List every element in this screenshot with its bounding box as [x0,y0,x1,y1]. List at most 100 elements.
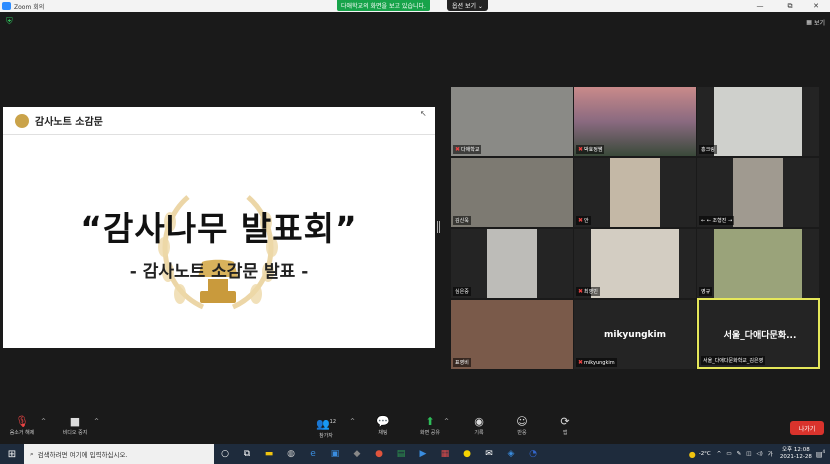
record-label: 기록 [474,430,484,436]
network-icon[interactable]: ▭ [726,451,731,457]
active-speaker-tile[interactable]: 서울_다애다문화... 서울_다애다문화학교_김은영 [697,298,820,369]
restore-button[interactable]: ⧉ [776,0,804,12]
close-button[interactable]: ✕ [802,0,830,12]
participant-tile[interactable]: mikyungkim ✖ mikyungkim [574,300,696,369]
participant-tile[interactable]: 김신욱 [451,158,573,227]
store-icon[interactable]: ▣ [324,444,346,464]
cortana-icon[interactable]: ○ [214,444,236,464]
participant-video [733,158,783,227]
input-language[interactable]: 가 [768,450,773,458]
edge-browser-icon[interactable]: ◔ [522,444,544,464]
slide-title: “감사나무 발표회” [80,209,358,248]
participant-video [714,87,802,156]
participant-name: 다애학교 [461,147,480,153]
reactions-button[interactable]: ☺ 반응 [502,415,542,436]
participant-name-tag: 심은중 [453,287,471,296]
slide-header-title: 감사노트 소감문 [35,117,103,128]
participant-name-tag: ✖ 박효정쌤 [576,145,605,154]
apps-label: 앱 [562,430,568,436]
mic-muted-icon: 🎙 [15,415,29,428]
participant-name-tag: ✖ 최영빈 [576,287,600,296]
edge-icon[interactable]: e [302,444,324,464]
taskbar-search-box[interactable]: ⌕ 검색하려면 여기에 입력하십시오. [24,444,214,464]
excel-icon[interactable]: ▤ [390,444,412,464]
app-icon[interactable]: ◈ [500,444,522,464]
apps-button[interactable]: ⟳ 앱 [545,415,585,436]
volume-icon[interactable]: ◁) [756,451,762,457]
participant-name: 최영빈 [584,289,598,295]
temperature: -2°C [698,451,711,457]
trophy-logo-icon [15,113,29,128]
slide-header: 감사노트 소감문 [3,107,435,135]
chat-button[interactable]: 💬 채팅 [363,415,403,436]
leave-button[interactable]: 나가기 [790,421,824,435]
participant-tile[interactable]: 표영비 [451,300,573,369]
cursor-icon: ↖ [420,109,427,118]
app-icon[interactable]: ◍ [280,444,302,464]
app-icon[interactable]: ▦ [434,444,456,464]
windows-taskbar: ⊞ ⌕ 검색하려면 여기에 입력하십시오. ○ ⧉ ▬ ◍ e ▣ ◆ ● ▤ … [0,444,830,464]
powerpoint-icon[interactable]: ● [368,444,390,464]
share-screen-icon: ⬆ [425,415,435,428]
participant-video [487,229,537,298]
system-tray: ● -2°C ^ ▭ ✎ ◫ ◁) 가 오후 12:08 2021-12-28 … [689,444,830,464]
participant-name-tag: ✖ 다애학교 [453,145,482,154]
participant-name-tag: 표영비 [453,358,471,367]
view-options-button[interactable]: 옵션 보기 ⌄ [447,0,488,11]
participant-tile[interactable]: ✖ 박효정쌤 [574,87,696,156]
slide-subtitle: - 감사노트 소감문 발표 - [129,262,309,282]
participant-tile[interactable]: ✖ 최영빈 [574,229,696,298]
participant-tile[interactable]: 홍크링 [697,87,819,156]
zoom-icon[interactable]: ▶ [412,444,434,464]
stop-video-button[interactable]: ■ 비디오 중지 [55,415,95,436]
taskbar-clock[interactable]: 오후 12:08 2021-12-28 [780,447,812,461]
participant-name: mikyungkim [584,359,615,366]
task-view-icon[interactable]: ⧉ [236,444,258,464]
participant-name: 안 [584,218,589,224]
participant-name-tag: 영규 [699,287,713,296]
meeting-toolbar: 🎙 음소거 해제 ^ ■ 비디오 중지 ^ 👥12 참가자 ^ 💬 채팅 ⬆ 화… [0,412,830,444]
participants-button[interactable]: 👥12 참가자 [306,415,346,439]
weather-icon: ● [688,449,696,459]
network-icon[interactable]: ◫ [746,451,751,457]
participant-name: 김신욱 [455,218,469,224]
participant-name-tag: ✖ mikyungkim [576,358,617,367]
windows-start-icon[interactable]: ⊞ [0,444,24,464]
clock-time: 오후 12:08 [781,447,810,453]
participant-tile[interactable]: 영규 [697,229,819,298]
grid-icon: ▦ [806,18,812,26]
participant-tile[interactable]: ✖ 다애학교 [451,87,573,156]
file-explorer-icon[interactable]: ▬ [258,444,280,464]
clock-date: 2021-12-28 [779,454,812,460]
video-options-caret-icon[interactable]: ^ [94,418,99,425]
kakaotalk-icon[interactable]: ● [456,444,478,464]
participants-icon: 👥12 [315,417,337,431]
participant-name: 박효정쌤 [584,147,603,153]
app-tray-icon[interactable]: ✎ [737,451,742,457]
security-shield-icon[interactable]: ⛨ [6,17,15,27]
split-resize-handle[interactable] [437,221,440,233]
participant-name: 서울_다애다문화학교_김은영 [703,358,764,364]
mail-icon[interactable]: ✉ [478,444,500,464]
participant-tile[interactable]: ✖ 안 [574,158,696,227]
unmute-button[interactable]: 🎙 음소거 해제 [2,415,42,436]
chevron-up-icon[interactable]: ^ [717,451,722,457]
participant-tile[interactable]: 심은중 [451,229,573,298]
mic-muted-icon: ✖ [578,359,584,366]
participants-label: 참가자 [319,432,333,439]
participants-count: 12 [329,419,337,425]
notifications-icon[interactable]: ▤4 [816,449,825,458]
participant-name: 심은중 [455,289,469,295]
app-icon[interactable]: ◆ [346,444,368,464]
gallery-view-button[interactable]: ▦ 보기 [797,16,825,28]
reactions-icon: ☺ [516,415,528,428]
participant-name-tag: 홍크링 [699,145,717,154]
participants-caret-icon[interactable]: ^ [350,418,355,425]
participant-tile[interactable]: ← ← 조형진 → [697,158,819,227]
zoom-logo-icon [2,2,11,10]
share-screen-label: 화면 공유 [420,430,440,436]
audio-options-caret-icon[interactable]: ^ [41,418,46,425]
record-button[interactable]: ◉ 기록 [459,415,499,436]
share-options-caret-icon[interactable]: ^ [444,418,449,425]
minimize-button[interactable]: — [746,0,774,12]
